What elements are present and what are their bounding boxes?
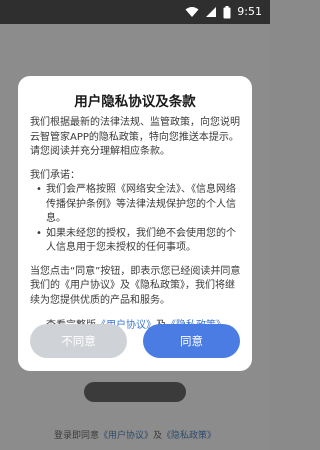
- login-agree-prefix: 登录即同意: [53, 431, 99, 441]
- bullet-text: 我们会严格按照《网络安全法》、《信息网络传播保护条例》等法律法规保护您的个人信息…: [46, 184, 236, 224]
- promise-heading: 我们承诺：: [30, 169, 80, 181]
- consent-text: 当您点击“同意”按钮，即表示您已经阅读并同意我们的《用户协议》及《隐私政策》，我…: [30, 265, 241, 306]
- disagree-button[interactable]: 不同意: [30, 324, 127, 358]
- login-agreement-note: 登录即同意《用户协议》及《隐私政策》: [0, 428, 270, 441]
- login-button-obscured: [84, 382, 186, 402]
- list-item: • 我们会严格按照《网络安全法》、《信息网络传播保护条例》等法律法规保护您的个人…: [30, 183, 242, 227]
- dialog-title: 用户隐私协议及条款: [74, 94, 196, 110]
- list-item: • 如果未经您的授权，我们绝不会使用您的个人信息用于您未授权的任何事项。: [30, 227, 242, 256]
- status-bar: 9:51: [0, 0, 270, 24]
- status-icons: 9:51: [185, 3, 262, 21]
- battery-icon: [223, 5, 231, 18]
- intro-text: 我们根据最新的法律法规、监管政策，向您说明云智管家APP的隐私政策，特向您推送本…: [30, 117, 240, 157]
- login-user-agreement-link[interactable]: 《用户协议》: [99, 431, 153, 441]
- bullet-dot-icon: •: [36, 227, 42, 239]
- status-time: 9:51: [237, 5, 262, 18]
- dialog-body: 我们根据最新的法律法规、监管政策，向您说明云智管家APP的隐私政策，特向您推送本…: [30, 116, 242, 334]
- signal-icon: [206, 7, 217, 17]
- login-privacy-policy-link[interactable]: 《隐私政策》: [162, 431, 216, 441]
- bullet-text: 如果未经您的授权，我们绝不会使用您的个人信息用于您未授权的任何事项。: [46, 227, 236, 254]
- wifi-icon: [185, 7, 199, 17]
- login-agree-and: 及: [153, 431, 163, 441]
- agree-button[interactable]: 同意: [143, 324, 240, 358]
- bullet-dot-icon: •: [36, 184, 42, 195]
- privacy-dialog: 用户隐私协议及条款 我们根据最新的法律法规、监管政策，向您说明云智管家APP的隐…: [18, 76, 252, 371]
